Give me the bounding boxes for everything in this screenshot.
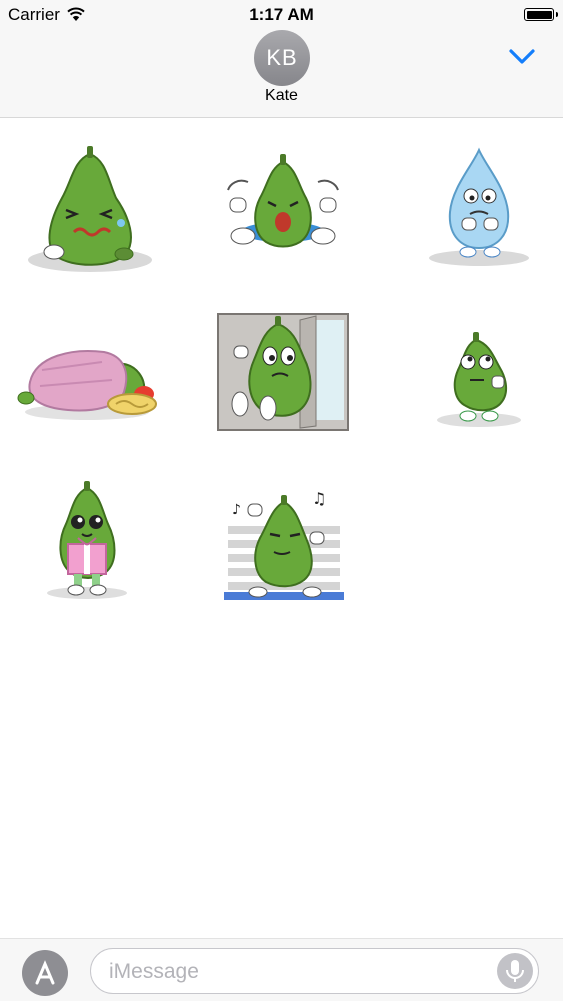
scared-water-drop-sticker[interactable] <box>404 140 554 290</box>
status-time: 1:17 AM <box>249 5 314 24</box>
app-store-button[interactable] <box>22 950 68 996</box>
gift-pear-sticker[interactable] <box>12 478 162 628</box>
crying-pear-sticker[interactable] <box>12 140 162 290</box>
message-input[interactable] <box>107 957 491 987</box>
app-store-icon <box>35 960 55 985</box>
peeking-pear-door-sticker[interactable] <box>208 300 358 450</box>
sticker-grid: ♪ ♫ <box>0 118 563 938</box>
contact-name[interactable]: Kate <box>0 87 563 105</box>
battery-icon <box>524 8 558 21</box>
status-bar: Carrier 1:17 AM <box>0 0 563 30</box>
contact-avatar[interactable]: KB <box>254 30 310 86</box>
svg-text:♪: ♪ <box>232 502 241 518</box>
tantrum-pear-sticker[interactable] <box>208 140 358 290</box>
compose-bar <box>0 938 563 1001</box>
microphone-icon <box>506 960 524 982</box>
message-field[interactable] <box>90 948 539 994</box>
collapse-chevron-icon[interactable] <box>505 42 539 72</box>
svg-text:♫: ♫ <box>312 489 326 508</box>
thinking-pear-sticker[interactable] <box>404 300 554 450</box>
dancing-pear-sticker[interactable]: ♪ ♫ <box>208 478 358 628</box>
avatar-initials: KB <box>266 45 298 70</box>
dictation-button[interactable] <box>497 953 533 989</box>
sleeping-pear-sticker[interactable] <box>12 300 162 450</box>
